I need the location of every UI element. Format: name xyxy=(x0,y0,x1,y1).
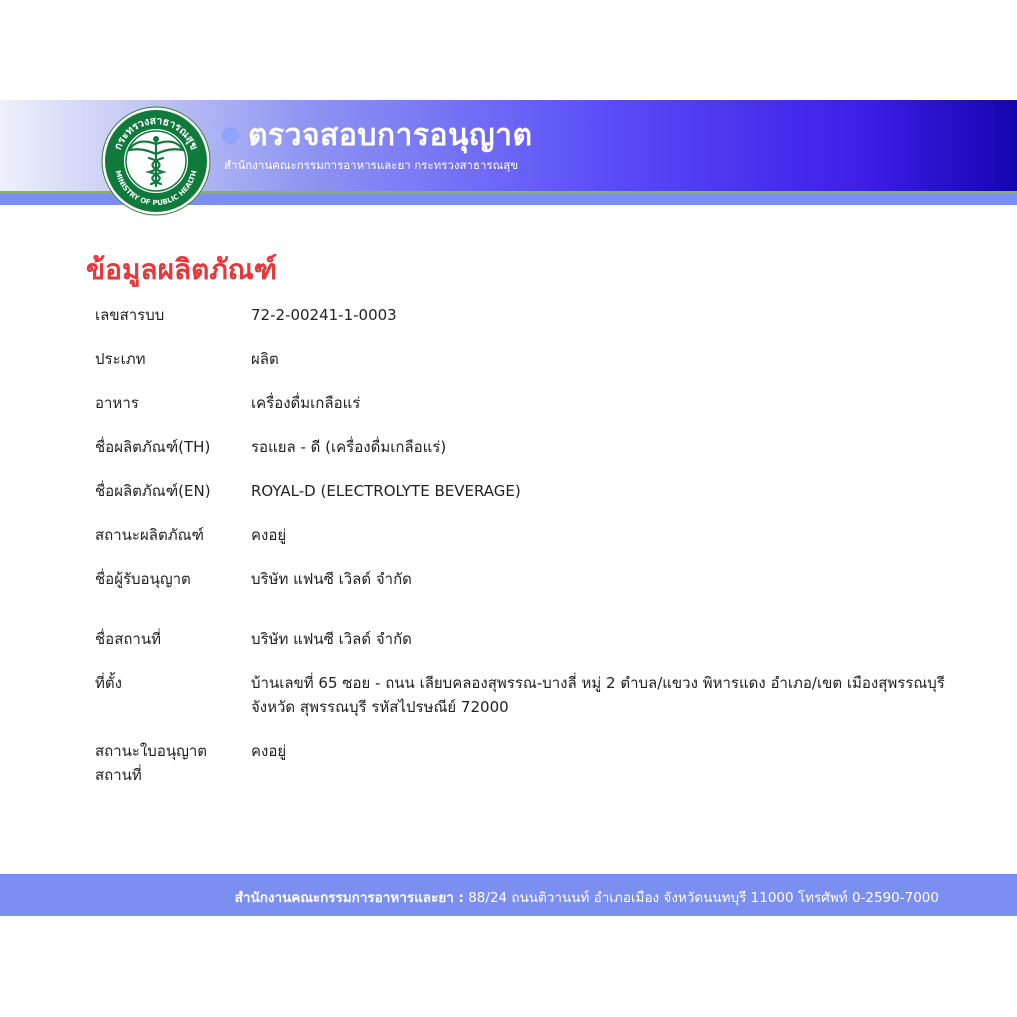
info-label: ชื่อผลิตภัณฑ์(TH) xyxy=(95,438,211,456)
info-label: สถานะผลิตภัณฑ์ xyxy=(95,526,204,544)
banner-title-row: ตรวจสอบการอนุญาต xyxy=(222,112,532,159)
info-label-line-2: สถานที่ xyxy=(95,766,142,784)
info-label: ประเภท xyxy=(95,350,146,368)
footer-org: สำนักงานคณะกรรมการอาหารและยา : xyxy=(234,890,464,906)
info-value: คงอยู่ xyxy=(251,742,287,760)
info-label-line-1: สถานะใบอนุญาต xyxy=(95,742,208,760)
info-label: ชื่อสถานที่ xyxy=(95,630,161,648)
address-line-1: บ้านเลขที่ 65 ซอย - ถนน เลียบคลองสุพรรณ-… xyxy=(251,674,945,692)
info-value: รอแยล - ดี (เครื่องดื่มเกลือแร่) xyxy=(251,438,447,456)
footer: สำนักงานคณะกรรมการอาหารและยา : 88/24 ถนน… xyxy=(0,874,1017,916)
section-heading: ข้อมูลผลิตภัณฑ์ xyxy=(86,253,277,286)
bullet-dot-icon xyxy=(222,127,239,144)
info-label: สถานะใบอนุญาต สถานที่ xyxy=(95,739,245,787)
info-label: เลขสารบบ xyxy=(95,306,165,324)
page-subtitle: สำนักงานคณะกรรมการอาหารและยา กระทรวงสาธา… xyxy=(224,158,519,172)
info-value: บริษัท แฟนซี เวิลด์ จำกัด xyxy=(251,570,412,588)
info-value: บริษัท แฟนซี เวิลด์ จำกัด xyxy=(251,630,412,648)
info-value: คงอยู่ xyxy=(251,526,287,544)
footer-address: 88/24 ถนนติวานนท์ อำเภอเมือง จังหวัดนนทบ… xyxy=(463,890,939,906)
info-value: บ้านเลขที่ 65 ซอย - ถนน เลียบคลองสุพรรณ-… xyxy=(251,671,961,719)
footer-text: สำนักงานคณะกรรมการอาหารและยา : 88/24 ถนน… xyxy=(235,886,939,908)
info-value: ROYAL-D (ELECTROLYTE BEVERAGE) xyxy=(251,482,521,500)
info-label: ชื่อผู้รับอนุญาต xyxy=(95,570,191,588)
address-line-2: จังหวัด สุพรรณบุรี รหัสไปรษณีย์ 72000 xyxy=(251,698,509,716)
ministry-seal-logo[interactable]: กระทรวงสาธารณสุข MINISTRY OF PUBLIC HEAL… xyxy=(101,106,211,216)
info-label: ชื่อผลิตภัณฑ์(EN) xyxy=(95,482,211,500)
info-value: 72-2-00241-1-0003 xyxy=(251,306,397,324)
info-label: อาหาร xyxy=(95,394,139,412)
info-value: เครื่องดื่มเกลือแร่ xyxy=(251,394,361,412)
info-label: ที่ตั้ง xyxy=(95,674,122,692)
page-title: ตรวจสอบการอนุญาต xyxy=(248,118,533,153)
info-value: ผลิต xyxy=(251,350,279,368)
